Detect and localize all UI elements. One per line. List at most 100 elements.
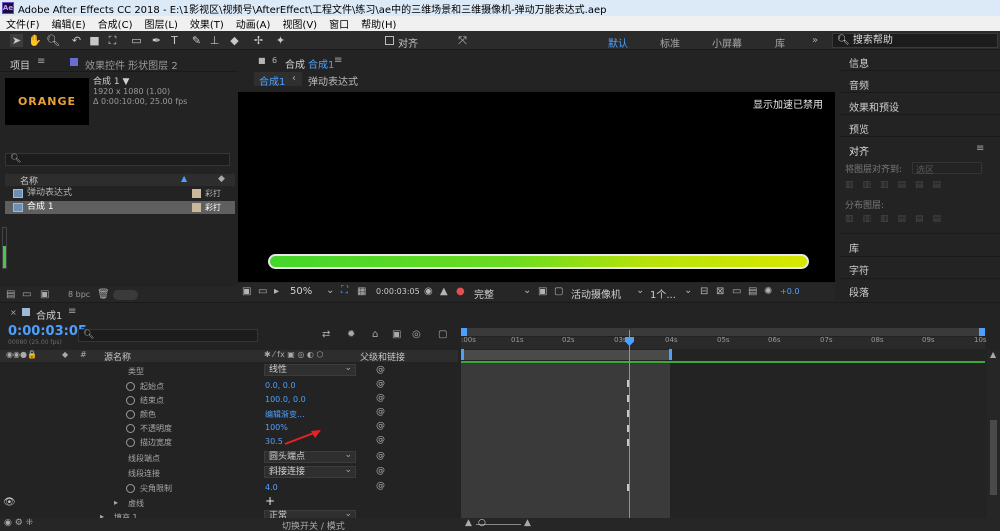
stopwatch-icon[interactable] [126, 410, 135, 419]
comp-name[interactable]: 合成 1 ▼ [93, 74, 129, 87]
menu-edit[interactable]: 编辑(E) [46, 16, 92, 31]
shy-layers-icon[interactable]: ⌂ [372, 329, 378, 340]
expression-pickwhip-icon[interactable]: @ [376, 481, 385, 491]
work-area-bar[interactable] [461, 350, 670, 360]
comp-flowchart-icon[interactable]: 6 [272, 56, 277, 65]
align-to-select[interactable]: 选区 [912, 162, 982, 176]
current-time-indicator[interactable] [629, 330, 630, 518]
workspace-default[interactable]: 默认 [608, 35, 628, 50]
tab-effect-controls[interactable]: 效果控件 形状图层 2 [85, 57, 178, 72]
help-search-input[interactable]: 🔍︎ 搜索帮助 [832, 33, 998, 48]
motion-blur-icon[interactable]: ◎ [412, 329, 421, 340]
bit-depth[interactable]: 8 bpc [68, 290, 90, 299]
toggle-mask-icon[interactable]: ▢ [554, 286, 563, 297]
lock-icon[interactable]: ■ [258, 56, 266, 65]
snapshot-icon[interactable]: ◉ [424, 286, 433, 297]
workspace-small-screen[interactable]: 小屏幕 [712, 35, 742, 50]
panel-library[interactable]: 库 [849, 240, 859, 255]
workspace-standard[interactable]: 标准 [660, 35, 680, 50]
fast-preview-icon[interactable]: ▣ [538, 286, 547, 297]
timeline-icon[interactable]: ▤ [748, 286, 757, 297]
chevron-down-icon[interactable]: ⌄ [523, 285, 531, 296]
draft-3d-timeline-icon[interactable]: ✹ [347, 329, 355, 340]
menu-window[interactable]: 窗口 [323, 16, 355, 31]
chevron-down-icon[interactable]: ⌄ [684, 285, 692, 296]
timeline-scrollbar[interactable]: ▲ [987, 350, 1000, 518]
region-of-interest-icon[interactable]: ⛶ [341, 285, 348, 296]
align-buttons-row[interactable]: ▥▥▥▤▤▤ [845, 180, 985, 190]
menu-help[interactable]: 帮助(H) [355, 16, 402, 31]
column-name[interactable]: 名称 [20, 174, 38, 187]
label-color-swatch[interactable] [192, 203, 201, 212]
puppet-tool-icon[interactable]: ✦ [274, 34, 287, 47]
viewer-timecode[interactable]: 0:00:03:05 [376, 287, 420, 296]
exposure-value[interactable]: +0.0 [780, 287, 799, 296]
zoom-select[interactable]: 50% [290, 286, 312, 297]
toggle-switches-modes[interactable]: 切换开关 / 模式 [282, 519, 345, 531]
workspace-overflow-icon[interactable]: » [812, 35, 818, 46]
view-layout-select[interactable]: 1个... [650, 286, 676, 301]
preview-icon[interactable]: ▸ [274, 286, 279, 297]
project-search-input[interactable]: 🔍︎ [5, 153, 230, 166]
draft-3d-icon[interactable]: ⊠ [716, 286, 724, 297]
toggle-panes-icon[interactable]: ◉ ⚙ ⁜ [4, 518, 33, 528]
chevron-down-icon[interactable]: ⌄ [326, 285, 334, 296]
menu-composition[interactable]: 合成(C) [92, 16, 139, 31]
rotate-tool-icon[interactable]: ↶ [70, 34, 83, 47]
selection-tool-icon[interactable]: ➤ [10, 34, 23, 47]
expression-pickwhip-icon[interactable]: @ [376, 466, 385, 476]
eye-icon[interactable]: 👁︎ [3, 497, 16, 508]
tab-project[interactable]: 项目 [10, 57, 30, 72]
pixel-aspect-icon[interactable]: ⊟ [700, 286, 708, 297]
menu-animation[interactable]: 动画(A) [230, 16, 277, 31]
transparency-grid-icon[interactable]: ▦ [357, 286, 366, 297]
clone-stamp-tool-icon[interactable]: ⊥ [208, 34, 221, 47]
line-join-select[interactable]: 斜接连接 [264, 465, 356, 478]
column-source-name[interactable]: 源名称 [104, 350, 131, 363]
flowchart-icon[interactable]: ▭ [732, 286, 741, 297]
zoom-tool-icon[interactable]: 🔍︎ [46, 34, 60, 47]
progress-bar-shape[interactable] [268, 254, 809, 269]
expand-arrow-icon[interactable]: ▸ [114, 498, 118, 507]
panel-menu-icon[interactable]: ≡ [37, 56, 45, 67]
panel-align[interactable]: 对齐 [849, 143, 869, 158]
camera-select[interactable]: 活动摄像机 [571, 286, 621, 301]
menu-file[interactable]: 文件(F) [0, 16, 46, 31]
monitor-icon[interactable]: ▭ [258, 286, 267, 297]
project-item[interactable]: 弹动表达式 彩打 [5, 187, 235, 200]
resolution-select[interactable]: 完整 [474, 286, 494, 301]
pen-tool-icon[interactable]: ✒ [150, 34, 163, 47]
sort-asc-icon[interactable]: ▲ [181, 174, 187, 183]
thumbnail-slider[interactable] [113, 290, 138, 300]
expression-pickwhip-icon[interactable]: @ [376, 365, 385, 375]
brush-tool-icon[interactable]: ✎ [190, 34, 203, 47]
trash-icon[interactable]: 🗑 [97, 289, 110, 300]
breadcrumb-current[interactable]: 合成1 ‹ [254, 72, 302, 88]
graph-editor-icon[interactable]: ▢ [438, 329, 447, 340]
stopwatch-icon[interactable] [126, 424, 135, 433]
line-cap-select[interactable]: 圆头端点 [264, 450, 356, 463]
stopwatch-icon[interactable] [126, 438, 135, 447]
panel-menu-icon[interactable]: ≡ [68, 306, 76, 317]
add-dash-button[interactable]: + [265, 494, 275, 508]
color-channel-icon[interactable]: ● [456, 286, 465, 297]
stopwatch-icon[interactable] [126, 396, 135, 405]
menu-effect[interactable]: 效果(T) [184, 16, 230, 31]
always-preview-icon[interactable]: ▣ [242, 286, 251, 297]
frame-blending-icon[interactable]: ▣ [392, 329, 401, 340]
label-color-swatch[interactable] [192, 189, 201, 198]
property-value[interactable]: 4.0 [265, 483, 278, 492]
project-item-selected[interactable]: 合成 1 彩打 [5, 201, 235, 214]
scroll-up-icon[interactable]: ▲ [990, 350, 996, 359]
work-area-end[interactable] [669, 349, 672, 360]
zoom-out-icon[interactable]: ▲ [465, 518, 472, 528]
panel-menu-icon[interactable]: ≡ [334, 55, 342, 66]
label-tag-icon[interactable]: ◆ [218, 174, 225, 184]
expression-pickwhip-icon[interactable]: @ [376, 451, 385, 461]
stopwatch-icon[interactable] [126, 484, 135, 493]
tab-timeline-comp[interactable]: 合成1 [36, 307, 62, 322]
property-value[interactable]: 100.0, 0.0 [265, 395, 306, 404]
zoom-slider-handle[interactable]: ○ [478, 518, 486, 528]
expression-pickwhip-icon[interactable]: @ [376, 407, 385, 417]
pan-behind-tool-icon[interactable]: ⛶ [106, 34, 119, 47]
